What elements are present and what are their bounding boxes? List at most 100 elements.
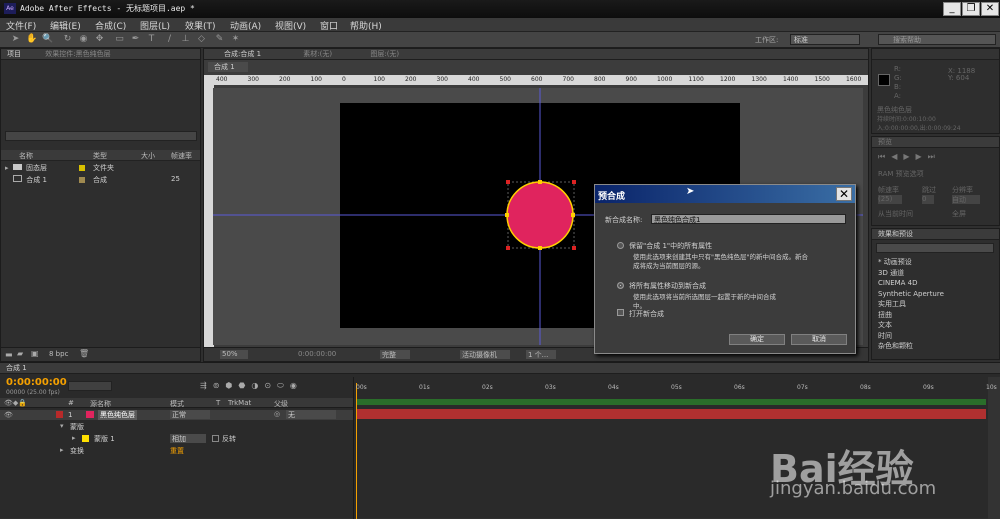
pan-behind-tool-icon[interactable]: ✥	[94, 34, 105, 45]
menu-file[interactable]: 文件(F)	[6, 19, 36, 32]
new-folder-icon[interactable]: ▰	[17, 349, 23, 358]
effects-list-item[interactable]: 杂色和颗粒	[876, 341, 994, 352]
timeline-switches-icons[interactable]: ⇶⊚⬢⬣◑⊙⬭◉	[200, 381, 303, 391]
table-row[interactable]: 👁 1 黑色纯色层 正常 ◎ 无	[0, 410, 353, 420]
list-item[interactable]: 合成 1 合成 25	[5, 175, 195, 185]
hand-tool-icon[interactable]: ✋	[26, 34, 37, 45]
layer-label-color[interactable]	[56, 411, 63, 418]
comp-name-input[interactable]: 黑色纯色合成1	[651, 214, 846, 224]
close-button[interactable]: ✕	[981, 2, 999, 16]
mask-group-row[interactable]: ▾ 蒙版	[0, 422, 353, 432]
text-tool-icon[interactable]: T	[146, 34, 157, 45]
effects-list-item[interactable]: * 动画预设	[876, 257, 994, 268]
timeline-tab[interactable]: 合成 1	[0, 363, 1000, 374]
layer-name[interactable]: 黑色纯色层	[98, 410, 137, 420]
col-type[interactable]: 类型	[93, 151, 107, 161]
views-select[interactable]: 1 个...	[526, 350, 556, 359]
camera-select[interactable]: 活动摄像机	[460, 350, 510, 359]
menu-composition[interactable]: 合成(C)	[95, 19, 126, 32]
playback-controls[interactable]: ⏮◀▶▶⏭	[878, 152, 941, 162]
trash-icon[interactable]: 🗑	[79, 349, 89, 358]
minimize-button[interactable]: _	[943, 2, 961, 16]
clone-tool-icon[interactable]: ⊥	[180, 34, 191, 45]
mask-row[interactable]: ▸ 蒙版 1 相加 反转	[0, 434, 353, 444]
mask-vertex	[571, 213, 575, 217]
eraser-tool-icon[interactable]: ◇	[196, 34, 207, 45]
right-panels: R: G: B: A: X: 1188 Y: 604 黑色纯色层 持续时间:0:…	[871, 48, 1000, 362]
puppet-tool-icon[interactable]: ✶	[230, 34, 241, 45]
breadcrumb[interactable]: 合成 1	[208, 62, 248, 72]
menu-animation[interactable]: 动画(A)	[230, 19, 261, 32]
blend-mode-select[interactable]: 正常	[170, 410, 210, 419]
tab-project[interactable]: 项目	[7, 50, 21, 58]
tab-composition[interactable]: 合成:合成 1	[224, 50, 261, 58]
menu-edit[interactable]: 编辑(E)	[50, 19, 81, 32]
maximize-button[interactable]: ❐	[962, 2, 980, 16]
timeline-scrollbar[interactable]	[988, 377, 1000, 519]
reset-link[interactable]: 重置	[170, 446, 184, 456]
effects-list-item[interactable]: 文本	[876, 320, 994, 331]
transform-row[interactable]: ▸ 变换 重置	[0, 446, 353, 456]
zoom-tool-icon[interactable]: 🔍	[42, 34, 53, 45]
effects-list-item[interactable]: 时间	[876, 331, 994, 342]
viewer-timecode[interactable]: 0:00:00:00	[298, 350, 336, 358]
dialog-close-button[interactable]: ✕	[836, 187, 852, 201]
effects-list-item[interactable]: 扭曲	[876, 310, 994, 321]
list-item[interactable]: ▸ 固态层 文件夹	[5, 163, 195, 173]
camera-tool-icon[interactable]: ◉	[78, 34, 89, 45]
time-tick-label: 10s	[986, 384, 997, 391]
ok-button[interactable]: 确定	[729, 334, 785, 345]
tab-effect-controls[interactable]: 效果控件:黑色纯色层	[45, 50, 110, 58]
rotate-tool-icon[interactable]: ↻	[62, 34, 73, 45]
mask-mode-select[interactable]: 相加	[170, 434, 206, 443]
cancel-button[interactable]: 取消	[791, 334, 847, 345]
info-y: Y: 604	[948, 74, 970, 82]
effects-list-item[interactable]: CINEMA 4D	[876, 278, 994, 289]
work-area-bar[interactable]	[356, 399, 986, 405]
playhead[interactable]	[356, 383, 357, 519]
effects-list-item[interactable]: 实用工具	[876, 299, 994, 310]
new-composition-icon[interactable]: ▣	[31, 349, 39, 358]
workspace-select[interactable]: 标准	[790, 34, 860, 45]
bpc-label[interactable]: 8 bpc	[49, 350, 68, 358]
roto-tool-icon[interactable]: ✎	[214, 34, 225, 45]
menu-effect[interactable]: 效果(T)	[185, 19, 216, 32]
effects-search-input[interactable]	[876, 243, 994, 253]
interpret-footage-icon[interactable]: ▬	[5, 350, 13, 359]
menu-help[interactable]: 帮助(H)	[350, 19, 382, 32]
layer-duration-bar[interactable]	[356, 409, 986, 419]
effects-list-item[interactable]: Synthetic Aperture	[876, 289, 994, 300]
project-search-input[interactable]	[5, 131, 197, 141]
mask-tool-icon[interactable]: ▭	[114, 34, 125, 45]
menu-view[interactable]: 视图(V)	[275, 19, 306, 32]
radio-keep-attributes[interactable]	[617, 242, 624, 249]
ruler-label: 1200	[720, 76, 736, 83]
help-search-input[interactable]: 搜索帮助	[878, 34, 996, 45]
zoom-select[interactable]: 50%	[220, 350, 248, 359]
col-size[interactable]: 大小	[141, 151, 155, 161]
parent-select[interactable]: 无	[286, 410, 336, 419]
brush-tool-icon[interactable]: ∕	[164, 34, 175, 45]
tab-layer[interactable]: 图层:(无)	[370, 50, 399, 58]
timeline-timecode[interactable]: 0:00:00:00	[6, 377, 67, 388]
menu-layer[interactable]: 图层(L)	[140, 19, 170, 32]
radio-move-attributes[interactable]	[617, 282, 624, 289]
open-new-comp-checkbox[interactable]	[617, 309, 624, 316]
collapse-triangle-icon[interactable]: ▸	[60, 446, 64, 454]
eye-icon[interactable]: 👁	[4, 411, 13, 419]
selection-tool-icon[interactable]: ➤	[10, 34, 21, 45]
mask-color-swatch[interactable]	[82, 435, 89, 442]
menu-window[interactable]: 窗口	[320, 19, 338, 32]
precompose-dialog: 预合成 ✕ 新合成名称: 黑色纯色合成1 保留"合成 1"中的所有属性 使用此选…	[594, 184, 856, 354]
col-name[interactable]: 名称	[19, 151, 33, 161]
collapse-triangle-icon[interactable]: ▸	[72, 434, 76, 442]
col-fps[interactable]: 帧速率	[171, 151, 192, 161]
timeline-search-input[interactable]	[68, 381, 112, 391]
invert-checkbox[interactable]	[212, 435, 219, 442]
resolution-select[interactable]: 完整	[380, 350, 410, 359]
effects-list-item[interactable]: 3D 通道	[876, 268, 994, 279]
tab-footage[interactable]: 素材:(无)	[303, 50, 332, 58]
expand-triangle-icon[interactable]: ▾	[60, 422, 64, 430]
pen-tool-icon[interactable]: ✒	[130, 34, 141, 45]
pickwhip-icon[interactable]: ◎	[274, 410, 280, 418]
